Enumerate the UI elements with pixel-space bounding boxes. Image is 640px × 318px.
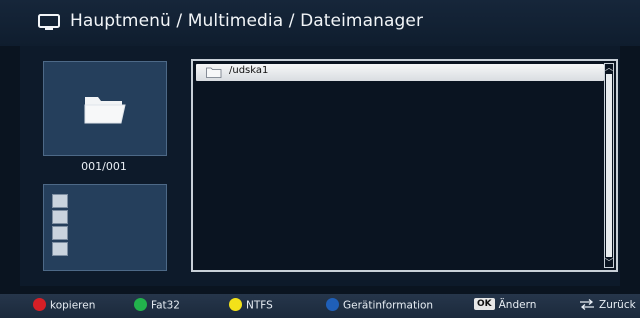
yellow-button-icon [229,298,242,311]
back-label: Zurück [599,299,636,311]
scroll-down-icon[interactable]: ﹀ [605,259,613,267]
green-key-fat32[interactable]: Fat32 [134,298,180,312]
folder-icon [206,67,222,78]
header-bar: Hauptmenü / Multimedia / Dateimanager [0,0,640,46]
blue-key-device-info[interactable]: Gerätinformation [326,298,434,312]
preview-box [43,61,167,156]
red-key-copy[interactable]: kopieren [33,298,96,312]
list-item[interactable]: /udska1 [196,64,604,81]
scroll-thumb[interactable] [606,74,612,257]
device-info-label: Gerätinformation [343,299,434,312]
document-icon [52,226,68,240]
footer-bar: kopieren Fat32 NTFS Gerätinformation OK Ä… [0,294,640,318]
scrollbar[interactable]: ︿ ﹀ [604,63,614,268]
back-key[interactable]: Zurück [578,298,636,311]
file-counter: 001/001 [81,160,127,173]
tv-icon [38,14,60,30]
page-title: Hauptmenü / Multimedia / Dateimanager [70,11,424,31]
ok-key-change[interactable]: OK Ändern [474,298,537,311]
file-list[interactable]: /udska1 ︿ ﹀ [191,59,618,272]
folder-icon [84,97,126,124]
scroll-up-icon[interactable]: ︿ [605,64,613,72]
red-button-icon [33,298,46,311]
blue-button-icon [326,298,339,311]
file-manager-screen: Hauptmenü / Multimedia / Dateimanager 00… [0,0,640,318]
person-icon [52,210,68,224]
back-icon [580,298,594,310]
list-item-label: /udska1 [229,65,269,76]
photo-icon [52,194,68,208]
yellow-key-ntfs[interactable]: NTFS [229,298,273,312]
fat32-label: Fat32 [151,299,180,312]
ntfs-label: NTFS [246,299,273,312]
ok-key-icon: OK [474,298,495,310]
media-type-box [43,184,167,271]
music-icon [52,242,68,256]
copy-label: kopieren [50,299,96,312]
green-button-icon [134,298,147,311]
change-label: Ändern [498,299,537,311]
